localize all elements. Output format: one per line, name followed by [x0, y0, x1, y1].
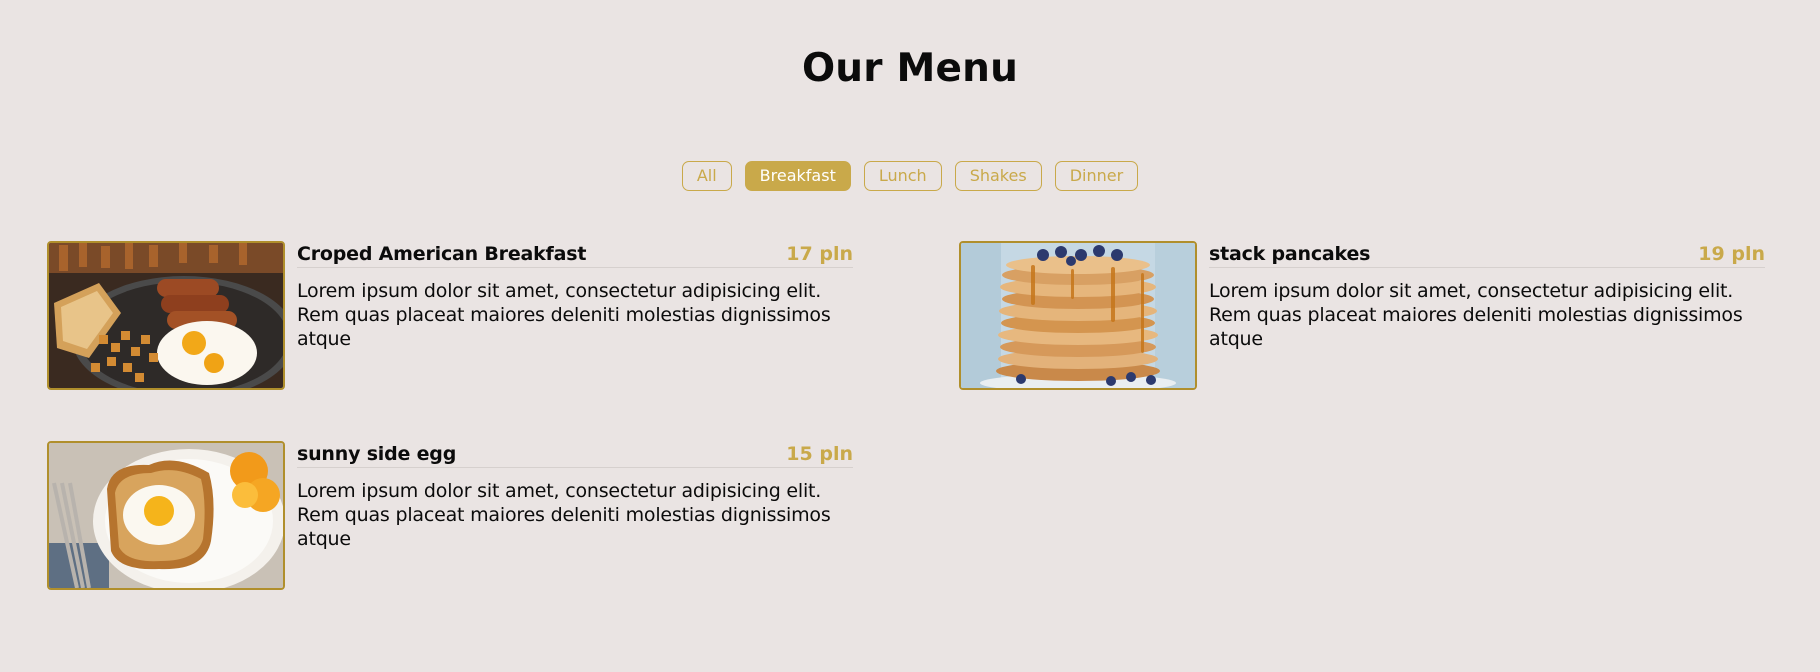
egg-toast-photo [47, 441, 285, 590]
menu-item-price: 17 pln [786, 243, 853, 265]
menu-item-info: stack pancakes 19 pln Lorem ipsum dolor … [1209, 241, 1765, 351]
menu-item: stack pancakes 19 pln Lorem ipsum dolor … [959, 241, 1765, 391]
menu-item-header: sunny side egg 15 pln [297, 441, 853, 468]
pancake-stack-photo [959, 241, 1197, 390]
menu-item-name: Croped American Breakfast [297, 243, 587, 265]
menu-item-info: Croped American Breakfast 17 pln Lorem i… [297, 241, 853, 351]
menu-item-description: Lorem ipsum dolor sit amet, consectetur … [297, 280, 831, 350]
menu-item-description: Lorem ipsum dolor sit amet, consectetur … [297, 480, 831, 550]
menu-item: sunny side egg 15 pln Lorem ipsum dolor … [47, 441, 853, 591]
menu-item-price: 15 pln [786, 443, 853, 465]
menu-item-info: sunny side egg 15 pln Lorem ipsum dolor … [297, 441, 853, 551]
filter-lunch-button[interactable]: Lunch [863, 161, 942, 191]
menu-item-description: Lorem ipsum dolor sit amet, consectetur … [1209, 280, 1743, 350]
filter-all-button[interactable]: All [681, 161, 732, 191]
menu-item-name: stack pancakes [1209, 243, 1371, 265]
menu-item: Croped American Breakfast 17 pln Lorem i… [47, 241, 853, 391]
filter-breakfast-button[interactable]: Breakfast [744, 161, 851, 191]
menu-item-header: Croped American Breakfast 17 pln [297, 241, 853, 268]
filter-shakes-button[interactable]: Shakes [954, 161, 1042, 191]
page-title: Our Menu [801, 46, 1019, 91]
menu-item-price: 19 pln [1698, 243, 1765, 265]
category-filter-bar: All Breakfast Lunch Shakes Dinner [0, 161, 1820, 191]
filter-dinner-button[interactable]: Dinner [1054, 161, 1139, 191]
american-breakfast-photo [47, 241, 285, 390]
menu-item-name: sunny side egg [297, 443, 457, 465]
menu-item-header: stack pancakes 19 pln [1209, 241, 1765, 268]
